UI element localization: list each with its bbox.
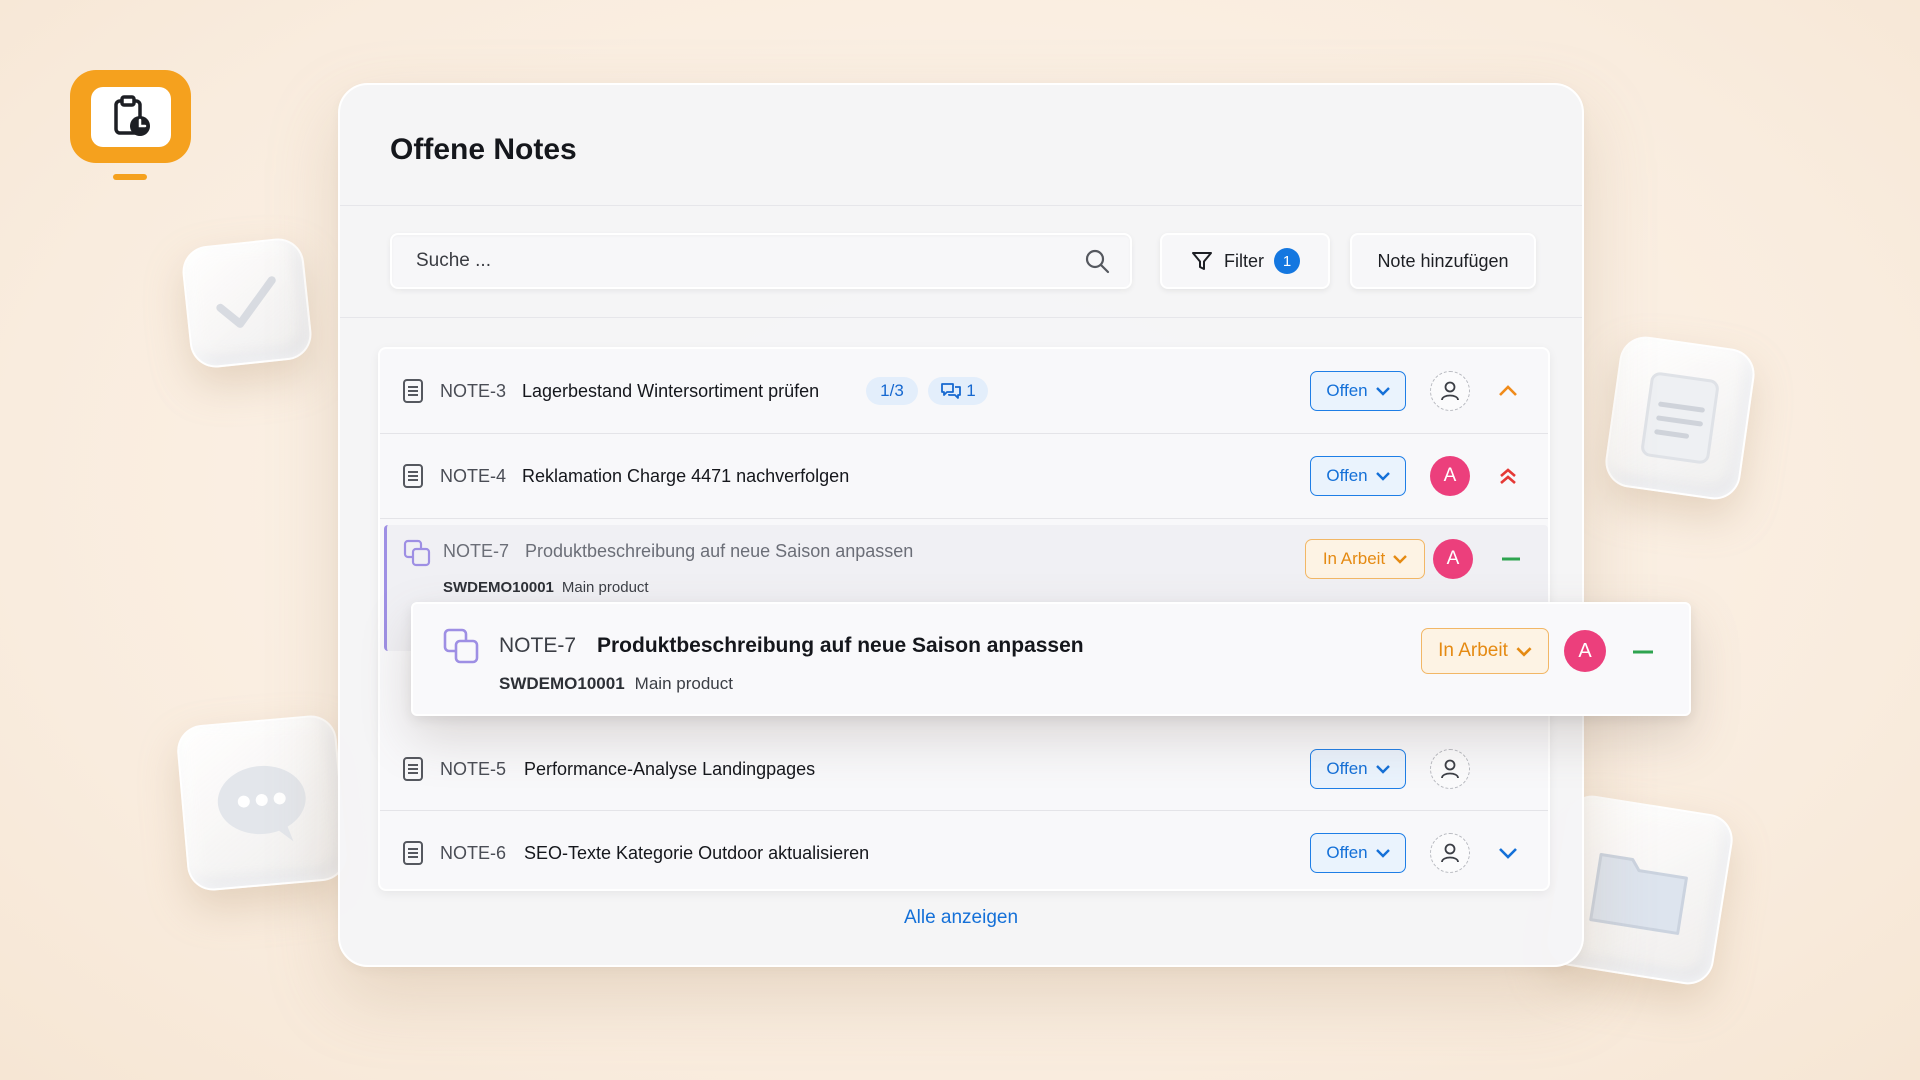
note-id: NOTE-7 <box>443 541 510 561</box>
priority-medium-icon <box>1631 640 1655 664</box>
filter-count-badge: 1 <box>1274 248 1300 274</box>
toolbar-divider <box>340 317 1582 318</box>
filter-funnel-icon <box>1192 252 1212 270</box>
list-item[interactable]: NOTE-3 Lagerbestand Wintersortiment prüf… <box>380 349 1548 433</box>
list-item[interactable]: NOTE-6 SEO-Texte Kategorie Outdoor aktua… <box>380 811 1548 895</box>
document-icon <box>403 379 423 403</box>
priority-medium-icon <box>1499 547 1523 571</box>
user-icon <box>1441 843 1459 863</box>
chevron-down-icon <box>1375 849 1390 858</box>
dragged-note-card[interactable]: NOTE-7 Produktbeschreibung auf neue Sais… <box>411 602 1691 716</box>
priority-high-icon <box>1496 379 1520 403</box>
checkmark-cube <box>179 235 315 371</box>
assignee-avatar[interactable]: A <box>1564 630 1606 672</box>
status-dropdown[interactable]: In Arbeit <box>1421 628 1549 674</box>
note-meta: SWDEMO10001 Main product <box>443 579 649 596</box>
chat-bubble-icon <box>217 765 306 842</box>
note-title[interactable]: Performance-Analyse Landingpages <box>524 759 815 780</box>
subtask-progress-badge: 1/3 <box>866 377 918 405</box>
chevron-down-icon <box>1375 472 1390 481</box>
filter-button[interactable]: Filter 1 <box>1160 233 1330 289</box>
note-title: Produktbeschreibung auf neue Saison anpa… <box>597 634 1084 657</box>
note-title: Produktbeschreibung auf neue Saison anpa… <box>525 541 914 561</box>
priority-low-icon <box>1496 841 1520 865</box>
note-id: NOTE-4 <box>440 465 507 486</box>
note-id: NOTE-7 <box>499 634 577 657</box>
note-id: NOTE-3 <box>440 380 507 401</box>
user-icon <box>1441 381 1459 401</box>
note-title[interactable]: SEO-Texte Kategorie Outdoor aktualisiere… <box>524 843 869 864</box>
logo-underline <box>113 174 147 180</box>
duplicate-icon <box>403 539 431 567</box>
open-notes-panel: Offene Notes Filter 1 Note hinzufügen NO… <box>338 83 1584 967</box>
status-label: In Arbeit <box>1322 549 1386 568</box>
status-label: Offen <box>1326 466 1368 485</box>
note-id: NOTE-5 <box>440 758 507 779</box>
show-all-link[interactable]: Alle anzeigen <box>340 907 1582 929</box>
search-input[interactable] <box>414 249 1018 273</box>
unassigned-avatar[interactable] <box>1430 749 1470 789</box>
product-code: SWDEMO10001 <box>443 579 554 596</box>
note-title[interactable]: Reklamation Charge 4471 nachverfolgen <box>522 466 849 487</box>
user-icon <box>1441 759 1459 779</box>
clipboard-clock-icon <box>113 94 150 136</box>
status-label: In Arbeit <box>1438 640 1508 661</box>
chevron-down-icon <box>1516 646 1532 657</box>
assignee-avatar[interactable]: A <box>1433 539 1473 579</box>
comments-count: 1 <box>966 381 976 400</box>
comments-badge[interactable]: 1 <box>928 377 988 405</box>
priority-highest-icon <box>1496 464 1520 488</box>
row-divider <box>380 518 1548 519</box>
document-lines-icon <box>1641 372 1719 464</box>
panel-title: Offene Notes <box>390 133 577 166</box>
list-item[interactable]: NOTE-4 Reklamation Charge 4471 nachverfo… <box>380 434 1548 518</box>
status-label: Offen <box>1326 759 1368 778</box>
note-meta: SWDEMO10001 Main product <box>499 674 733 694</box>
status-dropdown[interactable]: In Arbeit <box>1305 539 1425 579</box>
product-name: Main product <box>634 674 733 693</box>
product-name: Main product <box>561 579 649 596</box>
status-dropdown[interactable]: Offen <box>1310 833 1406 873</box>
assignee-avatar[interactable]: A <box>1430 456 1470 496</box>
status-dropdown[interactable]: Offen <box>1310 749 1406 789</box>
search-icon[interactable] <box>1084 248 1110 274</box>
list-item[interactable]: NOTE-5 Performance-Analyse Landingpages … <box>380 727 1548 811</box>
status-dropdown[interactable]: Offen <box>1310 371 1406 411</box>
status-dropdown[interactable]: Offen <box>1310 456 1406 496</box>
chevron-down-icon <box>1393 555 1408 564</box>
chevron-down-icon <box>1375 387 1390 396</box>
status-label: Offen <box>1326 843 1368 862</box>
app-logo <box>70 70 191 163</box>
comments-icon <box>941 383 962 399</box>
document-icon <box>403 757 423 781</box>
product-code: SWDEMO10001 <box>499 674 625 693</box>
duplicate-icon <box>443 628 479 664</box>
add-note-button[interactable]: Note hinzufügen <box>1350 233 1536 289</box>
note-title[interactable]: Lagerbestand Wintersortiment prüfen <box>522 381 819 402</box>
filter-label: Filter <box>1224 250 1264 271</box>
note-id: NOTE-6 <box>440 842 507 863</box>
document-icon <box>403 841 423 865</box>
unassigned-avatar[interactable] <box>1430 833 1470 873</box>
folder-icon <box>1589 852 1688 935</box>
unassigned-avatar[interactable] <box>1430 371 1470 411</box>
document-icon <box>403 464 423 488</box>
chevron-down-icon <box>1375 765 1390 774</box>
checkmark-icon <box>216 276 276 328</box>
header-divider <box>340 205 1582 206</box>
document-cube <box>1602 333 1758 503</box>
chat-cube <box>175 713 349 893</box>
status-label: Offen <box>1326 381 1368 400</box>
search-box[interactable] <box>390 233 1132 289</box>
